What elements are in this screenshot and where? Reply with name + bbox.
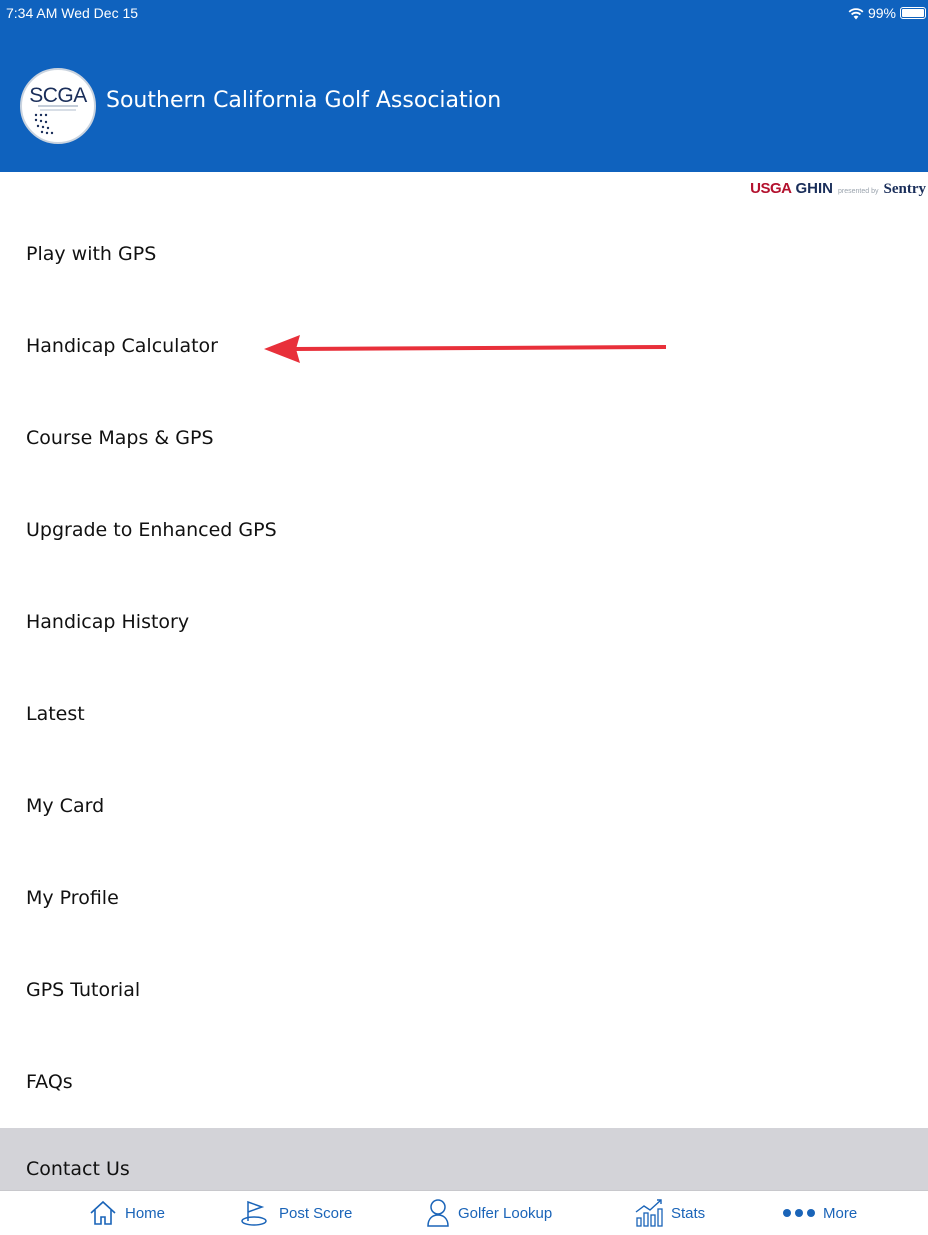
presented-by-text: presented by [838, 188, 879, 195]
menu-item-gps-tutorial[interactable]: GPS Tutorial [0, 944, 928, 1036]
tab-bar: Home Post Score Golfer Lookup Stats More [0, 1190, 928, 1235]
tab-more[interactable]: More [782, 1191, 857, 1235]
tab-home-label: Home [125, 1204, 166, 1222]
menu-item-contact-us[interactable]: Contact Us [0, 1128, 928, 1190]
menu-item-upgrade-enhanced-gps[interactable]: Upgrade to Enhanced GPS [0, 484, 928, 576]
usga-logo-text: USGA [750, 180, 792, 197]
tab-more-label: More [823, 1204, 858, 1222]
tab-golfer-lookup[interactable]: Golfer Lookup [425, 1191, 552, 1235]
menu-item-latest[interactable]: Latest [0, 668, 928, 760]
tab-post-score-label: Post Score [279, 1204, 353, 1222]
menu-item-my-profile[interactable]: My Profile [0, 852, 928, 944]
more-dots-icon [783, 1209, 815, 1217]
status-time: 7:34 AM Wed Dec 15 [6, 5, 139, 21]
red-arrow-annotation [264, 335, 667, 363]
status-indicators: 99% [848, 5, 926, 21]
tab-post-score[interactable]: Post Score [240, 1191, 352, 1235]
menu-item-handicap-history[interactable]: Handicap History [0, 576, 928, 668]
tab-stats[interactable]: Stats [634, 1191, 705, 1235]
golf-ball-dimples-icon [34, 105, 78, 135]
wifi-icon [848, 7, 864, 19]
tab-golfer-lookup-label: Golfer Lookup [458, 1204, 553, 1222]
menu-item-course-maps-gps[interactable]: Course Maps & GPS [0, 392, 928, 484]
battery-icon [900, 7, 926, 19]
person-icon [427, 1199, 449, 1227]
stats-icon [635, 1199, 663, 1227]
menu-item-faqs[interactable]: FAQs [0, 1036, 928, 1128]
scga-logo: SCGA [20, 68, 96, 144]
sentry-logo-text: Sentry [883, 181, 927, 197]
home-icon [90, 1200, 116, 1225]
ghin-logo-text: GHIN [795, 180, 834, 197]
usga-ghin-sentry-logo: USGA GHIN presented by Sentry [750, 180, 926, 198]
flag-icon [241, 1200, 267, 1226]
tab-home[interactable]: Home [88, 1191, 165, 1235]
menu-item-my-card[interactable]: My Card [0, 760, 928, 852]
battery-percent: 99% [867, 5, 896, 21]
page-title: Southern California Golf Association [106, 88, 502, 113]
app-header: 7:34 AM Wed Dec 15 99% SCGA Southern Cal… [0, 0, 928, 172]
tab-stats-label: Stats [671, 1204, 706, 1222]
menu-item-play-with-gps[interactable]: Play with GPS [0, 208, 928, 300]
